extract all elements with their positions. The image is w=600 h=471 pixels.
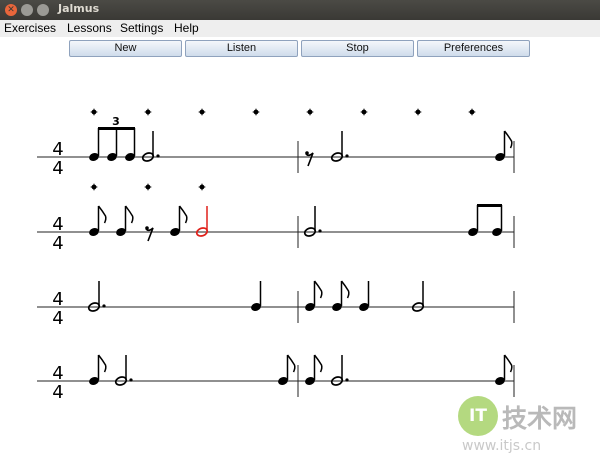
watermark-brand: 技术网 [502,404,578,433]
eighth-note [277,354,296,387]
time-signature-top: 4 [52,139,63,160]
triplet-number: 3 [112,115,120,128]
dotted-half-note [302,206,322,239]
title-bar: ✕ Jalmus [0,0,600,20]
staff-2: 4 4 [37,214,515,254]
beat-marker [252,108,260,116]
time-signature-top: 4 [52,289,63,310]
preferences-button[interactable]: Preferences [417,40,530,57]
new-button[interactable]: New [69,40,182,57]
triplet-group: 3 [88,115,136,163]
eighth-note [304,354,323,387]
eighth-note [331,280,350,313]
watermark-url: www.itjs.cn [462,438,542,454]
eighth-note [88,354,107,387]
half-note [410,281,426,314]
watermark-logo: IT [458,396,498,436]
eighth-note [169,205,188,238]
listen-button[interactable]: Listen [185,40,298,57]
dotted-half-note [86,281,106,314]
beat-marker [468,108,476,116]
stop-button[interactable]: Stop [301,40,414,57]
toolbar: New Listen Stop Preferences [0,37,600,59]
time-signature-top: 4 [52,363,63,384]
dotted-half-note [329,131,349,164]
menu-help[interactable]: Help [174,21,199,35]
beat-marker [198,183,206,191]
menu-bar: Exercises Lessons Settings Help [0,20,600,37]
beat-marker [414,108,422,116]
menu-lessons[interactable]: Lessons [67,21,112,35]
eighth-note [494,130,513,163]
beat-markers-2 [90,183,206,191]
eighth-rest [305,151,314,167]
time-signature-bottom: 4 [52,233,63,254]
beat-marker [306,108,314,116]
watermark: IT 技术网 www.itjs.cn [452,396,592,466]
dotted-half-note [329,355,349,388]
beat-marker [198,108,206,116]
beat-marker [144,183,152,191]
highlighted-half-note [195,206,209,237]
time-signature-top: 4 [52,214,63,235]
beat-marker [90,183,98,191]
dotted-half-note [113,355,133,388]
eighth-note [115,205,134,238]
beat-marker [90,108,98,116]
close-window-button[interactable]: ✕ [5,4,17,16]
beat-marker [360,108,368,116]
menu-settings[interactable]: Settings [120,21,163,35]
staff-4: 4 4 [37,363,515,403]
maximize-window-button[interactable] [37,4,49,16]
staff-3: 4 4 [37,289,515,329]
dotted-half-note [140,131,160,164]
beat-markers-1 [90,108,476,116]
time-signature-bottom: 4 [52,158,63,179]
window-title: Jalmus [58,2,100,15]
eighth-note [304,280,323,313]
time-signature-bottom: 4 [52,382,63,403]
menu-exercises[interactable]: Exercises [4,21,56,35]
time-signature-bottom: 4 [52,308,63,329]
eighth-note [88,205,107,238]
quarter-note [358,281,370,313]
eighth-rest [145,226,154,242]
beat-marker [144,108,152,116]
quarter-note [250,281,262,313]
eighth-note [494,354,513,387]
minimize-window-button[interactable] [21,4,33,16]
